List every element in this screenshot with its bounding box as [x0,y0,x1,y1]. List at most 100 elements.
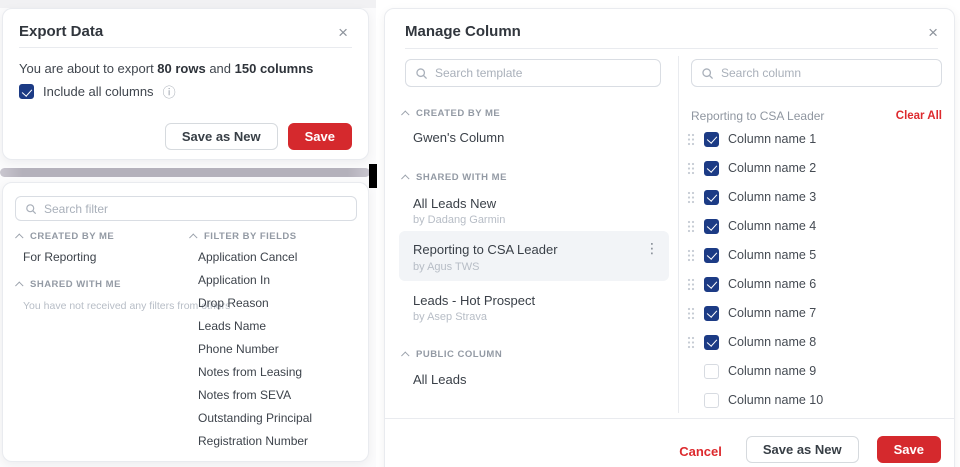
column-row: Column name 4 [687,216,816,236]
field-item[interactable]: Registration Number [198,434,308,448]
column-checkbox[interactable] [704,363,719,379]
column-list-header: Reporting to CSA Leader Clear All [691,109,942,123]
field-item[interactable]: Notes from Leasing [198,365,302,379]
horizontal-scrollbar[interactable] [0,168,370,177]
filter-by-fields-header[interactable]: FILTER BY FIELDS [189,231,297,242]
export-summary-text: You are about to export 80 rows and 150 … [19,61,313,76]
shared-with-me-header[interactable]: SHARED WITH ME [401,172,507,183]
manage-modal-footer: Cancel Save as New Save [385,418,954,467]
template-author: by Dadang Garmin [413,214,506,226]
template-item[interactable]: All Leads New [413,196,496,211]
search-template-field[interactable] [405,59,661,87]
template-item[interactable]: Leads - Hot Prospect [413,293,535,308]
column-label: Column name 4 [728,219,817,233]
include-all-columns-row: Include all columns ⓘ [19,82,176,101]
template-item[interactable]: Gwen's Column [413,130,504,145]
template-author: by Agus TWS [413,261,480,273]
close-icon[interactable]: × [928,24,938,41]
public-column-label: PUBLIC COLUMN [416,349,503,360]
shared-with-me-label: SHARED WITH ME [416,172,507,183]
field-item[interactable]: Notes from SEVA [198,388,291,402]
save-as-new-button[interactable]: Save as New [164,123,278,150]
drag-handle-icon[interactable] [687,133,695,146]
chevron-up-icon [401,350,410,360]
export-rows-count: 80 rows [157,61,206,76]
public-column-header[interactable]: PUBLIC COLUMN [401,349,503,360]
drag-handle-icon[interactable] [687,278,695,291]
save-button[interactable]: Save [876,436,941,463]
screen: Export Data × You are about to export 80… [0,0,960,467]
column-checkbox[interactable] [704,305,719,321]
column-row: Column name 7 [687,303,816,323]
template-item[interactable]: All Leads [413,372,466,387]
drag-handle-icon[interactable] [687,307,695,320]
search-column-input[interactable] [721,66,932,80]
column-divider [678,56,679,413]
created-by-me-label: CREATED BY ME [30,231,115,242]
column-row: Column name 1 [687,129,816,149]
export-modal-title: Export Data [19,23,104,40]
search-filter-field[interactable] [15,196,357,221]
created-by-me-header[interactable]: CREATED BY ME [401,108,501,119]
column-label: Column name 1 [728,132,817,146]
column-label: Column name 2 [728,161,817,175]
drag-handle-icon[interactable] [687,336,695,349]
manage-column-modal: Manage Column × CREATED BY ME Gwen's Col… [384,8,955,467]
column-checkbox[interactable] [704,131,719,147]
include-all-label: Include all columns [43,84,154,99]
search-filter-input[interactable] [44,201,347,216]
save-button[interactable]: Save [287,123,352,150]
column-row: Column name 6 [687,274,816,294]
field-item[interactable]: Drop Reason [198,296,269,310]
filter-panel: CREATED BY ME For Reporting SHARED WITH … [2,182,369,462]
created-by-me-header[interactable]: CREATED BY ME [15,231,115,242]
field-item[interactable]: Application Cancel [198,250,297,264]
column-row: Column name 2 [687,158,816,178]
column-row: Column name 8 [687,332,816,352]
chevron-up-icon [15,232,24,242]
divider [19,47,352,48]
column-row: Column name 10 [687,390,823,410]
kebab-menu-icon[interactable]: ⋮ [645,240,659,257]
save-as-new-button[interactable]: Save as New [745,436,859,463]
field-item[interactable]: Leads Name [198,319,266,333]
field-item[interactable]: Application In [198,273,270,287]
column-checkbox[interactable] [704,189,719,205]
column-label: Column name 5 [728,248,817,262]
drag-handle-icon[interactable] [687,220,695,233]
cancel-button[interactable]: Cancel [679,444,728,459]
column-row: Column name 5 [687,245,816,265]
column-checkbox[interactable] [704,160,719,176]
shared-with-me-header[interactable]: SHARED WITH ME [15,279,121,290]
include-all-checkbox[interactable] [19,84,34,99]
field-item[interactable]: Outstanding Principal [198,411,312,425]
page-background-strip [0,0,376,8]
search-column-field[interactable] [691,59,942,87]
column-row: Column name 3 [687,187,816,207]
column-checkbox[interactable] [704,334,719,350]
export-data-modal: Export Data × You are about to export 80… [2,8,369,160]
filter-by-fields-label: FILTER BY FIELDS [204,231,297,242]
drag-handle-icon[interactable] [687,191,695,204]
template-item-selected[interactable]: Reporting to CSA Leader by Agus TWS ⋮ [399,231,669,281]
close-icon[interactable]: × [338,24,348,41]
drag-handle-icon[interactable] [687,249,695,262]
info-icon[interactable]: ⓘ [163,82,176,101]
chevron-up-icon [15,280,24,290]
column-label: Column name 9 [728,364,817,378]
created-by-me-label: CREATED BY ME [416,108,501,119]
column-checkbox[interactable] [704,247,719,263]
field-item[interactable]: Phone Number [198,342,279,356]
column-checkbox[interactable] [704,392,719,408]
search-icon [416,67,427,79]
clear-all-link[interactable]: Clear All [896,110,942,122]
chevron-up-icon [401,173,410,183]
column-checkbox[interactable] [704,276,719,292]
selected-template-name: Reporting to CSA Leader [691,109,825,123]
chevron-up-icon [401,109,410,119]
template-author: by Asep Strava [413,311,487,323]
column-checkbox[interactable] [704,218,719,234]
drag-handle-icon[interactable] [687,162,695,175]
search-template-input[interactable] [435,66,651,80]
filter-item[interactable]: For Reporting [23,250,96,264]
